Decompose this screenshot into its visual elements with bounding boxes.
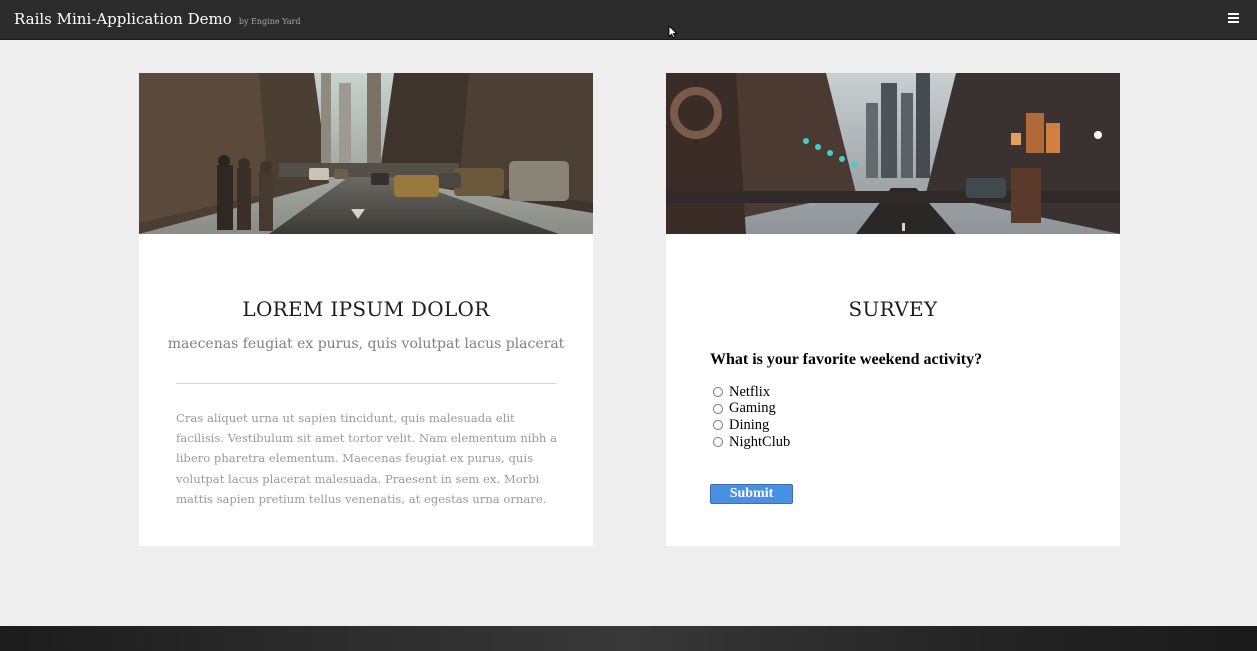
- option-label: Dining: [729, 416, 770, 433]
- submit-button[interactable]: Submit: [710, 484, 793, 504]
- option-netflix[interactable]: Netflix: [713, 384, 790, 401]
- option-label: Netflix: [729, 383, 771, 400]
- survey-options: Netflix Gaming Dining NightClub: [713, 384, 790, 450]
- radio-button[interactable]: [713, 403, 723, 414]
- divider: [176, 383, 556, 384]
- app-subtitle: by Engine Yard: [238, 17, 301, 26]
- card-body-text: Cras aliquet urna ut sapien tincidunt, q…: [176, 411, 557, 506]
- survey-question: What is your favorite weekend activity?: [710, 351, 983, 368]
- top-navbar: Rails Mini-Application Demo by Engine Ya…: [0, 0, 1257, 40]
- radio-button[interactable]: [713, 437, 723, 448]
- city-street-photo: [139, 73, 593, 234]
- footer-banner: [0, 626, 1257, 651]
- hamburger-menu-icon[interactable]: [1228, 13, 1239, 24]
- card-subtitle: maecenas feugiat ex purus, quis volutpat…: [167, 336, 565, 352]
- radio-button[interactable]: [713, 387, 723, 398]
- option-gaming[interactable]: Gaming: [713, 400, 790, 418]
- option-label: NightClub: [729, 433, 791, 450]
- option-nightclub[interactable]: NightClub: [713, 434, 790, 451]
- city-street-night-photo: [666, 73, 1120, 234]
- option-dining[interactable]: Dining: [713, 417, 790, 434]
- survey-card: SURVEY What is your favorite weekend act…: [666, 73, 1120, 546]
- content-card: LOREM IPSUM DOLOR maecenas feugiat ex pu…: [139, 73, 593, 546]
- option-label: Gaming: [729, 400, 776, 417]
- mouse-cursor-icon: [668, 25, 678, 39]
- survey-title: SURVEY: [848, 297, 938, 321]
- brand[interactable]: Rails Mini-Application Demo by Engine Ya…: [14, 9, 301, 28]
- card-title: LOREM IPSUM DOLOR: [242, 297, 490, 321]
- radio-button[interactable]: [713, 420, 723, 431]
- app-title: Rails Mini-Application Demo: [14, 10, 232, 28]
